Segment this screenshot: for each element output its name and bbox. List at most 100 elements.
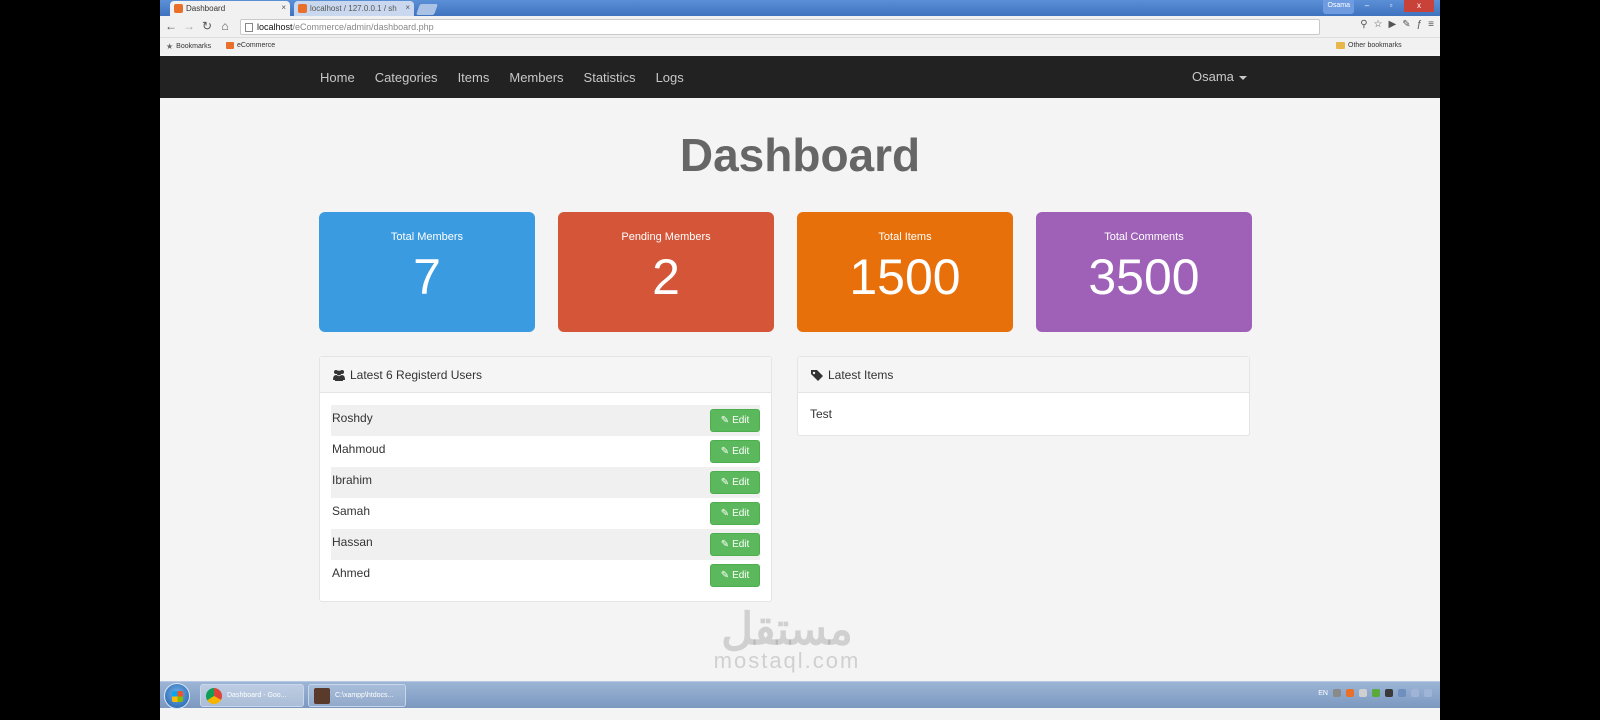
nav-items[interactable]: Items bbox=[458, 70, 490, 85]
window-user-badge[interactable]: Osama bbox=[1323, 0, 1354, 14]
address-bar[interactable]: localhost/eCommerce/admin/dashboard.php bbox=[240, 19, 1320, 35]
caret-down-icon bbox=[1238, 75, 1247, 80]
nav-members[interactable]: Members bbox=[509, 70, 563, 85]
page-icon bbox=[245, 23, 253, 32]
stat-total-members[interactable]: Total Members 7 bbox=[319, 212, 535, 332]
user-row: Hassan ✎ Edit bbox=[331, 529, 760, 560]
tray-app-icon[interactable] bbox=[1346, 689, 1354, 697]
edit-button[interactable]: ✎ Edit bbox=[710, 409, 760, 432]
language-indicator[interactable]: EN bbox=[1318, 690, 1328, 697]
tools-icon[interactable]: ✎ bbox=[1402, 19, 1410, 30]
edit-label: Edit bbox=[732, 539, 750, 550]
network-icon[interactable] bbox=[1398, 689, 1406, 697]
user-row: Samah ✎ Edit bbox=[331, 498, 760, 529]
edit-button[interactable]: ✎ Edit bbox=[710, 564, 760, 587]
user-row: Ahmed ✎ Edit bbox=[331, 560, 760, 591]
taskbar-chrome[interactable]: Dashboard - Goo... bbox=[200, 684, 304, 707]
tab-close-icon[interactable]: × bbox=[281, 3, 286, 12]
edit-icon: ✎ bbox=[720, 508, 730, 519]
star-icon: ★ bbox=[166, 42, 174, 51]
watermark-logo: مستقل mostaql.com bbox=[687, 606, 887, 672]
edit-icon: ✎ bbox=[720, 477, 730, 488]
nav-statistics[interactable]: Statistics bbox=[584, 70, 636, 85]
maximize-icon[interactable]: ▫ bbox=[1380, 0, 1402, 12]
other-bookmarks[interactable]: Other bookmarks bbox=[1336, 42, 1402, 49]
edit-icon: ✎ bbox=[720, 415, 730, 426]
bookmarks-bar: ★ Bookmarks eCommerce Other bookmarks bbox=[160, 38, 1440, 54]
letterbox-right bbox=[1440, 0, 1600, 720]
browser-tab-dashboard[interactable]: Dashboard × bbox=[170, 1, 290, 16]
bookmark-favicon-icon bbox=[226, 42, 234, 49]
edit-label: Edit bbox=[732, 508, 750, 519]
minimize-icon[interactable]: – bbox=[1356, 0, 1378, 12]
nav-links: Home Categories Items Members Statistics… bbox=[320, 56, 684, 98]
tab-label: Dashboard bbox=[186, 4, 226, 13]
panel-heading: Latest 6 Registerd Users bbox=[320, 357, 771, 393]
latest-items-panel: Latest Items Test bbox=[797, 356, 1250, 436]
user-dropdown[interactable]: Osama bbox=[1192, 69, 1247, 84]
nav-categories[interactable]: Categories bbox=[375, 70, 438, 85]
user-name: Ibrahim bbox=[332, 473, 373, 487]
back-icon[interactable]: ← bbox=[164, 19, 178, 33]
tray-app-icon[interactable] bbox=[1359, 689, 1367, 697]
stat-pending-members[interactable]: Pending Members 2 bbox=[558, 212, 774, 332]
zoom-icon[interactable]: ⚲ bbox=[1360, 19, 1367, 30]
flag-icon[interactable] bbox=[1424, 689, 1432, 697]
edit-label: Edit bbox=[732, 570, 750, 581]
menu-icon[interactable]: ≡ bbox=[1428, 19, 1434, 30]
users-icon bbox=[333, 369, 345, 381]
reload-icon[interactable]: ↻ bbox=[200, 19, 214, 33]
nav-home[interactable]: Home bbox=[320, 70, 355, 85]
tab-label: localhost / 127.0.0.1 / sh bbox=[310, 4, 397, 13]
user-row: Ibrahim ✎ Edit bbox=[331, 467, 760, 498]
stat-label: Total Comments bbox=[1104, 231, 1184, 243]
tag-icon bbox=[811, 369, 823, 381]
tab-close-icon[interactable]: × bbox=[405, 3, 410, 12]
tab-favicon-icon bbox=[298, 4, 307, 13]
bookmark-star-icon[interactable]: ☆ bbox=[1374, 19, 1383, 30]
script-icon[interactable]: ƒ bbox=[1417, 19, 1423, 30]
close-window-icon[interactable]: x bbox=[1404, 0, 1434, 12]
edit-button[interactable]: ✎ Edit bbox=[710, 533, 760, 556]
list-item[interactable]: Test bbox=[798, 393, 1249, 421]
user-row: Roshdy ✎ Edit bbox=[331, 405, 760, 436]
tray-app-icon[interactable] bbox=[1372, 689, 1380, 697]
browser-toolbar: ← → ↻ ⌂ localhost/eCommerce/admin/dashbo… bbox=[160, 16, 1440, 38]
stat-value: 7 bbox=[413, 249, 441, 305]
edit-button[interactable]: ✎ Edit bbox=[710, 471, 760, 494]
user-name: Mahmoud bbox=[332, 442, 386, 456]
tray-app-icon[interactable] bbox=[1333, 689, 1341, 697]
edit-label: Edit bbox=[732, 415, 750, 426]
taskbar: Dashboard - Goo... C:\xampp\htdocs... EN bbox=[160, 681, 1440, 709]
bookmark-ecommerce[interactable]: eCommerce bbox=[226, 42, 275, 49]
user-row: Mahmoud ✎ Edit bbox=[331, 436, 760, 467]
edit-button[interactable]: ✎ Edit bbox=[710, 502, 760, 525]
start-button[interactable] bbox=[164, 683, 190, 709]
tab-favicon-icon bbox=[174, 4, 183, 13]
browser-tabstrip: Dashboard × localhost / 127.0.0.1 / sh ×… bbox=[160, 0, 1440, 16]
extension-icon[interactable]: ▶ bbox=[1389, 19, 1397, 30]
panel-heading: Latest Items bbox=[798, 357, 1249, 393]
nav-logs[interactable]: Logs bbox=[656, 70, 684, 85]
chrome-icon bbox=[206, 688, 222, 704]
taskbar-explorer[interactable]: C:\xampp\htdocs... bbox=[308, 684, 406, 707]
edit-label: Edit bbox=[732, 477, 750, 488]
url-host: localhost bbox=[257, 22, 293, 32]
volume-icon[interactable] bbox=[1411, 689, 1419, 697]
editor-icon bbox=[314, 688, 330, 704]
tray-app-icon[interactable] bbox=[1385, 689, 1393, 697]
new-tab-button[interactable] bbox=[415, 4, 439, 15]
stat-total-items[interactable]: Total Items 1500 bbox=[797, 212, 1013, 332]
home-icon[interactable]: ⌂ bbox=[218, 19, 232, 33]
edit-button[interactable]: ✎ Edit bbox=[710, 440, 760, 463]
bookmarks-item[interactable]: ★ Bookmarks bbox=[166, 42, 211, 51]
stat-value: 3500 bbox=[1088, 249, 1200, 305]
stat-total-comments[interactable]: Total Comments 3500 bbox=[1036, 212, 1252, 332]
user-name: Samah bbox=[332, 504, 371, 518]
user-name: Ahmed bbox=[332, 566, 371, 580]
panel-title: Latest 6 Registerd Users bbox=[350, 367, 483, 382]
toolbar-actions: ⚲ ☆ ▶ ✎ ƒ ≡ bbox=[1360, 19, 1434, 30]
panel-title: Latest Items bbox=[828, 367, 894, 382]
browser-tab-phpmyadmin[interactable]: localhost / 127.0.0.1 / sh × bbox=[294, 1, 414, 16]
forward-icon[interactable]: → bbox=[182, 19, 196, 33]
